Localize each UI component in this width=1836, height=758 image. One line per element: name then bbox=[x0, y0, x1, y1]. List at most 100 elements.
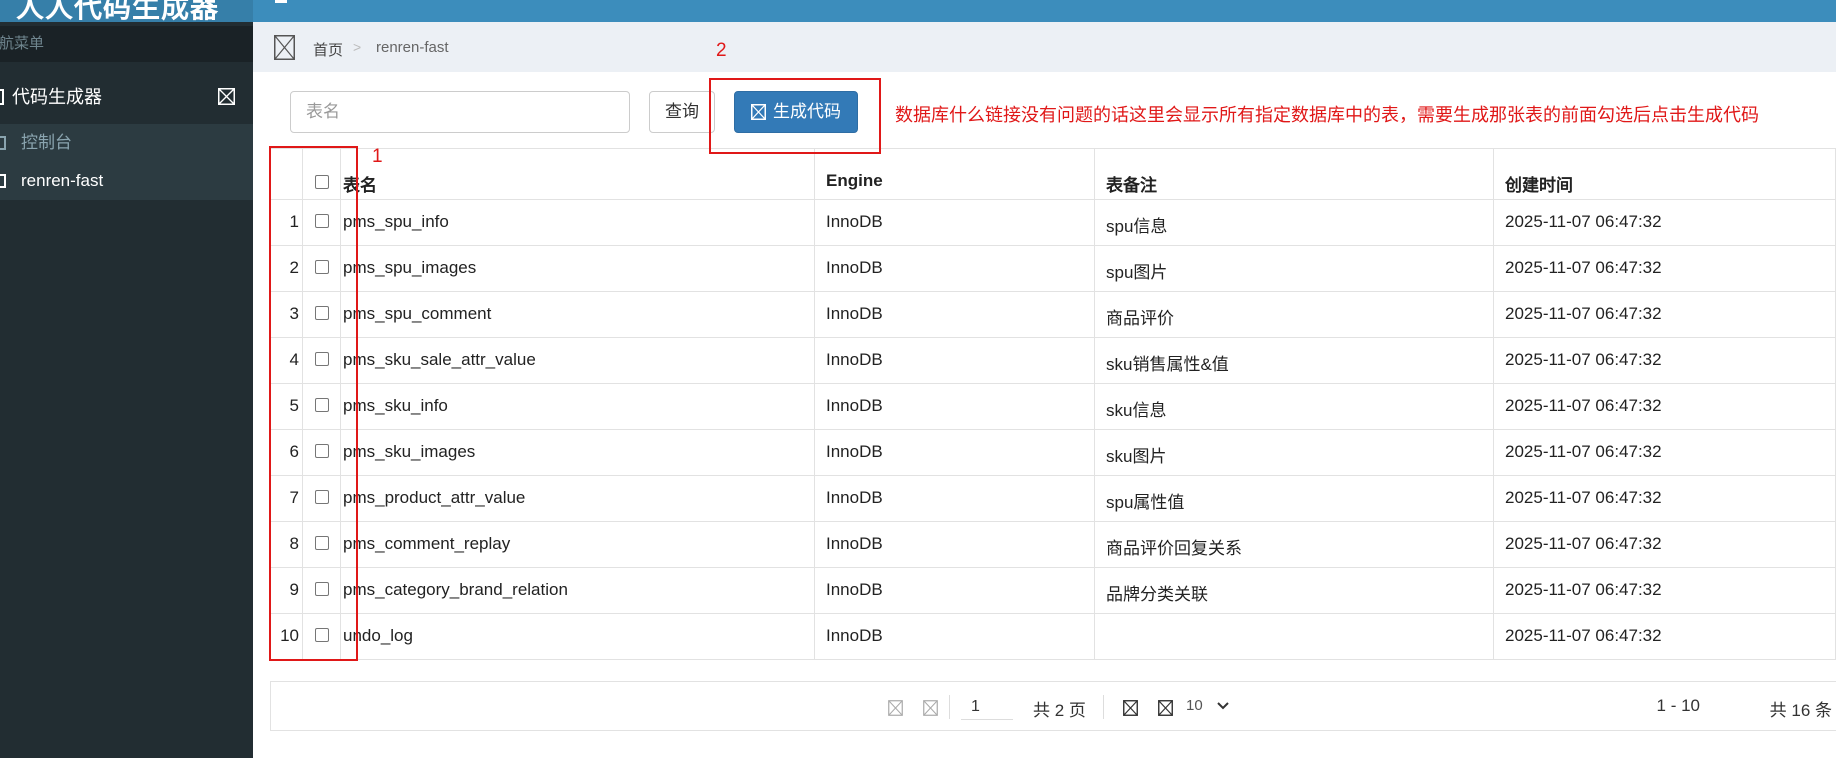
table-row[interactable]: 6 pms_sku_images InnoDB sku图片 2025-11-07 06:… bbox=[270, 430, 1836, 476]
table-row[interactable]: 8 pms_comment_replay InnoDB 商品评价回复关系 2025-11… bbox=[270, 522, 1836, 568]
cell-created-time-text: 2025-11-07 06:47:32 bbox=[1505, 442, 1662, 461]
table-header-row: 表名 Engine 表备注 创建时间 bbox=[270, 148, 1836, 200]
cell-engine: InnoDB bbox=[815, 476, 1095, 521]
sidebar-item-label: 控制台 bbox=[21, 133, 72, 152]
cell-created-time: 2025-11-07 06:47:32 bbox=[1494, 522, 1836, 567]
cell-created-time-text: 2025-11-07 06:47:32 bbox=[1505, 626, 1662, 645]
record-total: 共 16 条 bbox=[1769, 701, 1832, 720]
breadcrumb: 首页 > renren-fast bbox=[253, 22, 1836, 72]
home-icon[interactable] bbox=[274, 35, 295, 60]
cell-created-time: 2025-11-07 06:47:32 bbox=[1494, 430, 1836, 475]
header-comment[interactable]: 表备注 bbox=[1095, 149, 1494, 199]
breadcrumb-separator: > bbox=[353, 39, 362, 55]
cell-table-name-text: pms_product_attr_value bbox=[343, 488, 526, 507]
annotation-box-checkbox-column bbox=[269, 146, 358, 661]
annotation-box-generate-button bbox=[709, 78, 881, 154]
collapse-icon[interactable] bbox=[218, 88, 235, 105]
header-label: 表备注 bbox=[1106, 176, 1157, 195]
cell-comment: sku图片 bbox=[1095, 430, 1494, 475]
sidebar-item-renren-fast[interactable]: renren-fast bbox=[0, 162, 253, 200]
cell-table-name-text: pms_sku_info bbox=[343, 396, 448, 415]
cell-engine-text: InnoDB bbox=[826, 488, 883, 507]
cell-created-time-text: 2025-11-07 06:47:32 bbox=[1505, 258, 1662, 277]
cell-table-name: undo_log bbox=[341, 614, 815, 659]
cell-comment: spu图片 bbox=[1095, 246, 1494, 291]
sidebar-item-console[interactable]: 控制台 bbox=[0, 124, 253, 162]
table-row[interactable]: 9 pms_category_brand_relation InnoDB 品牌分类关联… bbox=[270, 568, 1836, 614]
table-row[interactable]: 7 pms_product_attr_value InnoDB spu属性值 2025-… bbox=[270, 476, 1836, 522]
cell-table-name: pms_sku_images bbox=[341, 430, 815, 475]
breadcrumb-current: renren-fast bbox=[376, 39, 449, 56]
cell-engine-text: InnoDB bbox=[826, 350, 883, 369]
cell-engine-text: InnoDB bbox=[826, 580, 883, 599]
table-row[interactable]: 3 pms_spu_comment InnoDB 商品评价 2025-11-07 06:… bbox=[270, 292, 1836, 338]
cell-engine: InnoDB bbox=[815, 292, 1095, 337]
sidebar: 人人代码生成器 导航菜单 代码生成器 控制台 renren-fast bbox=[0, 0, 253, 758]
cell-comment-text: 商品评价 bbox=[1106, 309, 1174, 328]
table-name-search-input[interactable] bbox=[290, 91, 630, 133]
pager-divider bbox=[1103, 695, 1104, 719]
cell-created-time: 2025-11-07 06:47:32 bbox=[1494, 200, 1836, 245]
query-button[interactable]: 查询 bbox=[649, 91, 715, 133]
cell-table-name-text: pms_category_brand_relation bbox=[343, 580, 568, 599]
first-page-icon[interactable] bbox=[888, 700, 903, 716]
annotation-note: 数据库什么链接没有问题的话这里会显示所有指定数据库中的表，需要生成那张表的前面勾… bbox=[895, 105, 1759, 125]
cell-table-name: pms_sku_sale_attr_value bbox=[341, 338, 815, 383]
cell-comment-text: sku销售属性&值 bbox=[1106, 355, 1229, 374]
cell-engine: InnoDB bbox=[815, 614, 1095, 659]
cell-comment-text: spu属性值 bbox=[1106, 493, 1185, 512]
cell-table-name: pms_spu_comment bbox=[341, 292, 815, 337]
table-row[interactable]: 1 pms_spu_info InnoDB spu信息 2025-11-07 06:47… bbox=[270, 200, 1836, 246]
cell-engine: InnoDB bbox=[815, 200, 1095, 245]
header-table-name[interactable]: 表名 bbox=[341, 149, 815, 199]
table-row[interactable]: 2 pms_spu_images InnoDB spu图片 2025-11-07 06:… bbox=[270, 246, 1836, 292]
header-label: 创建时间 bbox=[1505, 176, 1573, 195]
topbar bbox=[253, 0, 1836, 22]
sidebar-submenu: 控制台 renren-fast bbox=[0, 124, 253, 200]
database-icon bbox=[0, 174, 6, 188]
console-icon bbox=[0, 136, 6, 150]
cell-engine: InnoDB bbox=[815, 384, 1095, 429]
cell-engine-text: InnoDB bbox=[826, 534, 883, 553]
cell-created-time: 2025-11-07 06:47:32 bbox=[1494, 568, 1836, 613]
cell-engine-text: InnoDB bbox=[826, 212, 883, 231]
header-engine[interactable]: Engine bbox=[815, 149, 1095, 199]
cell-table-name-text: pms_spu_comment bbox=[343, 304, 492, 323]
pagination-bar: 共 2 页 10 1 - 10 共 16 条 bbox=[270, 681, 1836, 731]
sidebar-group-code-generator[interactable]: 代码生成器 bbox=[0, 72, 253, 122]
breadcrumb-home[interactable]: 首页 bbox=[313, 39, 343, 60]
nav-header: 导航菜单 bbox=[0, 26, 253, 62]
table-row[interactable]: 4 pms_sku_sale_attr_value InnoDB sku销售属性&值 2… bbox=[270, 338, 1836, 384]
cell-created-time-text: 2025-11-07 06:47:32 bbox=[1505, 212, 1662, 231]
cell-created-time: 2025-11-07 06:47:32 bbox=[1494, 292, 1836, 337]
pager-divider bbox=[949, 695, 950, 719]
menu-toggle-icon[interactable] bbox=[275, 0, 287, 3]
annotation-number-2: 2 bbox=[716, 40, 727, 61]
page-size-select[interactable]: 10 bbox=[1186, 697, 1229, 714]
total-pages: 共 2 页 bbox=[1033, 701, 1086, 720]
header-created-time[interactable]: 创建时间 bbox=[1494, 149, 1836, 199]
cell-comment: spu属性值 bbox=[1095, 476, 1494, 521]
cell-comment-text: 品牌分类关联 bbox=[1106, 585, 1208, 604]
cell-table-name-text: pms_sku_sale_attr_value bbox=[343, 350, 536, 369]
cell-table-name: pms_comment_replay bbox=[341, 522, 815, 567]
cell-created-time: 2025-11-07 06:47:32 bbox=[1494, 614, 1836, 659]
cell-table-name-text: pms_spu_info bbox=[343, 212, 449, 231]
cell-comment-text: spu信息 bbox=[1106, 217, 1168, 236]
cell-engine-text: InnoDB bbox=[826, 258, 883, 277]
prev-page-icon[interactable] bbox=[923, 700, 938, 716]
cell-created-time: 2025-11-07 06:47:32 bbox=[1494, 476, 1836, 521]
cell-table-name: pms_spu_info bbox=[341, 200, 815, 245]
cell-comment-text: spu图片 bbox=[1106, 263, 1168, 282]
cell-comment: 商品评价 bbox=[1095, 292, 1494, 337]
table-row[interactable]: 10 undo_log InnoDB 2025-11-07 06:47:32 bbox=[270, 614, 1836, 660]
annotation-number-1: 1 bbox=[372, 146, 383, 167]
next-page-icon[interactable] bbox=[1123, 700, 1138, 716]
group-icon bbox=[0, 89, 4, 105]
last-page-icon[interactable] bbox=[1158, 700, 1173, 716]
brand-logo: 人人代码生成器 bbox=[0, 0, 253, 22]
cell-comment: sku销售属性&值 bbox=[1095, 338, 1494, 383]
table-row[interactable]: 5 pms_sku_info InnoDB sku信息 2025-11-07 06:47… bbox=[270, 384, 1836, 430]
brand-title: 人人代码生成器 bbox=[16, 0, 220, 22]
current-page-input[interactable] bbox=[961, 694, 1013, 720]
